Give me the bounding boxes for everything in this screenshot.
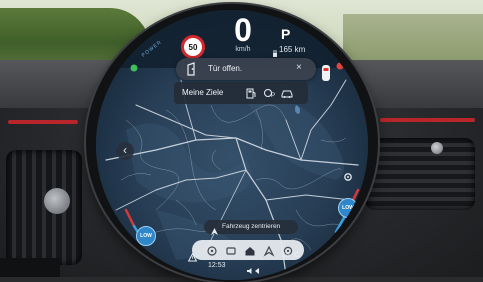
- clock: 12:53: [208, 262, 226, 269]
- dashboard-red-trim-left: [8, 120, 78, 124]
- air-vent-right: [365, 138, 475, 210]
- outside-temperature: 15 °C: [282, 252, 300, 259]
- back-chevron-icon[interactable]: ‹: [116, 142, 134, 160]
- vehicle-status-icon[interactable]: [320, 64, 332, 82]
- notification-text: Tür offen.: [208, 64, 243, 73]
- my-destinations-label: Meine Ziele: [182, 88, 224, 97]
- fuel-pump-icon[interactable]: [244, 86, 258, 100]
- volume-icon[interactable]: [246, 262, 262, 274]
- status-indicator-red: [336, 62, 344, 70]
- round-infotainment-display: POWER 50 0 km/h P 165 km Tür offen. × Me…: [96, 10, 368, 280]
- fan-speed-right-badge[interactable]: LOW: [338, 198, 358, 218]
- air-vent-left-knob: [44, 188, 70, 214]
- navigation-arrow-icon: [210, 223, 219, 235]
- air-vent-left: [6, 150, 82, 265]
- gear-icon[interactable]: [342, 170, 354, 182]
- dashboard-red-trim-right: [380, 118, 475, 122]
- navigation-icon[interactable]: [263, 244, 275, 257]
- svg-text:P: P: [271, 93, 275, 99]
- center-vehicle-label: Fahrzeug zentrieren: [222, 223, 281, 230]
- door-icon: [186, 62, 198, 76]
- apps-icon[interactable]: [225, 244, 237, 256]
- speed-unit: km/h: [235, 46, 251, 53]
- steering-column-shadow: [0, 258, 60, 277]
- fan-speed-left-badge[interactable]: LOW: [136, 226, 156, 246]
- status-indicator-green: [130, 64, 138, 72]
- car-icon[interactable]: [280, 86, 294, 100]
- center-vehicle-button[interactable]: Fahrzeug zentrieren: [204, 220, 298, 235]
- close-icon[interactable]: ×: [296, 62, 302, 73]
- my-destinations-bar[interactable]: Meine Ziele P: [174, 82, 308, 104]
- door-open-notification[interactable]: Tür offen. ×: [176, 58, 316, 80]
- media-icon[interactable]: [206, 244, 218, 256]
- plug-icon: [272, 45, 278, 57]
- speed-limit-sign: 50: [181, 35, 205, 59]
- range-value: 165 km: [279, 45, 306, 54]
- home-icon[interactable]: [244, 244, 256, 256]
- charging-point-icon[interactable]: P: [262, 86, 276, 100]
- speed-value: 0: [234, 12, 252, 48]
- gear-indicator: P: [281, 26, 291, 42]
- air-vent-right-knob: [431, 142, 443, 154]
